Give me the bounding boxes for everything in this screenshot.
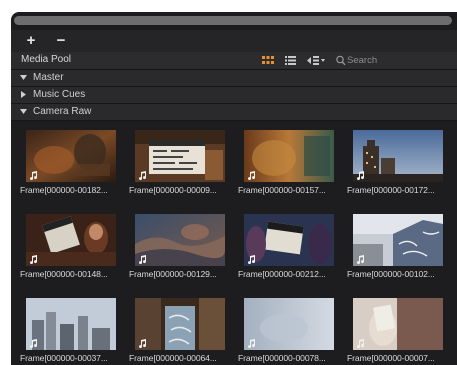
list-view-icon bbox=[285, 56, 296, 65]
audio-note-icon bbox=[30, 339, 38, 348]
thumbnail-view-button[interactable] bbox=[259, 54, 277, 67]
media-clip[interactable]: Frame[000000-00007... bbox=[347, 298, 453, 365]
clip-thumbnail[interactable] bbox=[353, 214, 443, 266]
clip-thumbnail[interactable] bbox=[244, 214, 334, 266]
clip-grid: Frame[000000-00182... Frame[000000-00009… bbox=[11, 122, 457, 365]
media-clip[interactable]: Frame[000000-00148... bbox=[20, 214, 126, 294]
bin-label: Camera Raw bbox=[33, 106, 92, 117]
scrollbar-thumb[interactable] bbox=[14, 16, 452, 25]
clip-thumbnail[interactable] bbox=[26, 130, 116, 182]
clip-name: Frame[000000-00102... bbox=[347, 269, 435, 279]
minus-icon: − bbox=[56, 32, 66, 49]
bin-toolbar: + − bbox=[11, 30, 457, 52]
remove-bin-button[interactable]: − bbox=[53, 32, 69, 50]
clip-name: Frame[000000-00148... bbox=[20, 269, 108, 279]
clip-name: Frame[000000-00157... bbox=[238, 185, 326, 195]
bin-label: Music Cues bbox=[33, 89, 86, 100]
media-clip[interactable]: Frame[000000-00102... bbox=[347, 214, 453, 294]
clip-name: Frame[000000-00064... bbox=[129, 353, 217, 363]
bin-label: Master bbox=[33, 72, 64, 83]
sort-options-button[interactable] bbox=[305, 54, 327, 67]
clip-thumbnail[interactable] bbox=[244, 298, 334, 350]
sort-view-icon bbox=[307, 56, 325, 65]
search-icon bbox=[336, 55, 346, 66]
chevron-down-icon[interactable] bbox=[20, 74, 28, 82]
clip-thumbnail[interactable] bbox=[135, 130, 225, 182]
audio-note-icon bbox=[248, 171, 256, 180]
clip-thumbnail[interactable] bbox=[244, 130, 334, 182]
clip-name: Frame[000000-00182... bbox=[20, 185, 108, 195]
chevron-right-icon[interactable] bbox=[20, 91, 28, 99]
clip-thumbnail[interactable] bbox=[135, 298, 225, 350]
chevron-down-icon[interactable] bbox=[20, 108, 28, 116]
clip-thumbnail[interactable] bbox=[26, 298, 116, 350]
add-bin-button[interactable]: + bbox=[23, 32, 39, 50]
audio-note-icon bbox=[139, 171, 147, 180]
audio-note-icon bbox=[30, 255, 38, 264]
media-pool-header: Media Pool bbox=[11, 52, 457, 70]
clip-name: Frame[000000-00212... bbox=[238, 269, 326, 279]
clip-name: Frame[000000-00078... bbox=[238, 353, 326, 363]
clip-name: Frame[000000-00007... bbox=[347, 353, 435, 363]
audio-note-icon bbox=[357, 339, 365, 348]
clip-thumbnail[interactable] bbox=[135, 214, 225, 266]
page-title: Media Pool bbox=[21, 54, 72, 65]
audio-note-icon bbox=[139, 255, 147, 264]
audio-note-icon bbox=[357, 255, 365, 264]
media-clip[interactable]: Frame[000000-00212... bbox=[238, 214, 344, 294]
clip-name: Frame[000000-00037... bbox=[20, 353, 108, 363]
clip-name: Frame[000000-00009... bbox=[129, 185, 217, 195]
horizontal-scrollbar[interactable] bbox=[11, 16, 457, 26]
audio-note-icon bbox=[248, 255, 256, 264]
bin-item-master[interactable]: Master bbox=[11, 70, 457, 87]
clip-thumbnail[interactable] bbox=[353, 130, 443, 182]
audio-note-icon bbox=[248, 339, 256, 348]
audio-note-icon bbox=[357, 171, 365, 180]
search-input[interactable] bbox=[347, 54, 447, 67]
thumbnail-view-icon bbox=[262, 56, 274, 64]
media-clip[interactable]: Frame[000000-00037... bbox=[20, 298, 126, 365]
list-view-button[interactable] bbox=[282, 54, 300, 67]
media-clip[interactable]: Frame[000000-00182... bbox=[20, 130, 126, 210]
plus-icon: + bbox=[26, 32, 36, 49]
audio-note-icon bbox=[139, 339, 147, 348]
search-box[interactable] bbox=[331, 54, 451, 67]
media-clip[interactable]: Frame[000000-00129... bbox=[129, 214, 235, 294]
media-clip[interactable]: Frame[000000-00172... bbox=[347, 130, 453, 210]
bin-item-camera-raw[interactable]: Camera Raw bbox=[11, 104, 457, 121]
audio-note-icon bbox=[30, 171, 38, 180]
bin-item-music-cues[interactable]: Music Cues bbox=[11, 87, 457, 104]
media-clip[interactable]: Frame[000000-00157... bbox=[238, 130, 344, 210]
media-pool-panel: + − Media Pool Search Master Music Cues … bbox=[11, 12, 457, 365]
media-clip[interactable]: Frame[000000-00064... bbox=[129, 298, 235, 365]
clip-thumbnail[interactable] bbox=[26, 214, 116, 266]
clip-thumbnail[interactable] bbox=[353, 298, 443, 350]
clip-name: Frame[000000-00129... bbox=[129, 269, 217, 279]
clip-name: Frame[000000-00172... bbox=[347, 185, 435, 195]
media-clip[interactable]: Frame[000000-00009... bbox=[129, 130, 235, 210]
media-clip[interactable]: Frame[000000-00078... bbox=[238, 298, 344, 365]
